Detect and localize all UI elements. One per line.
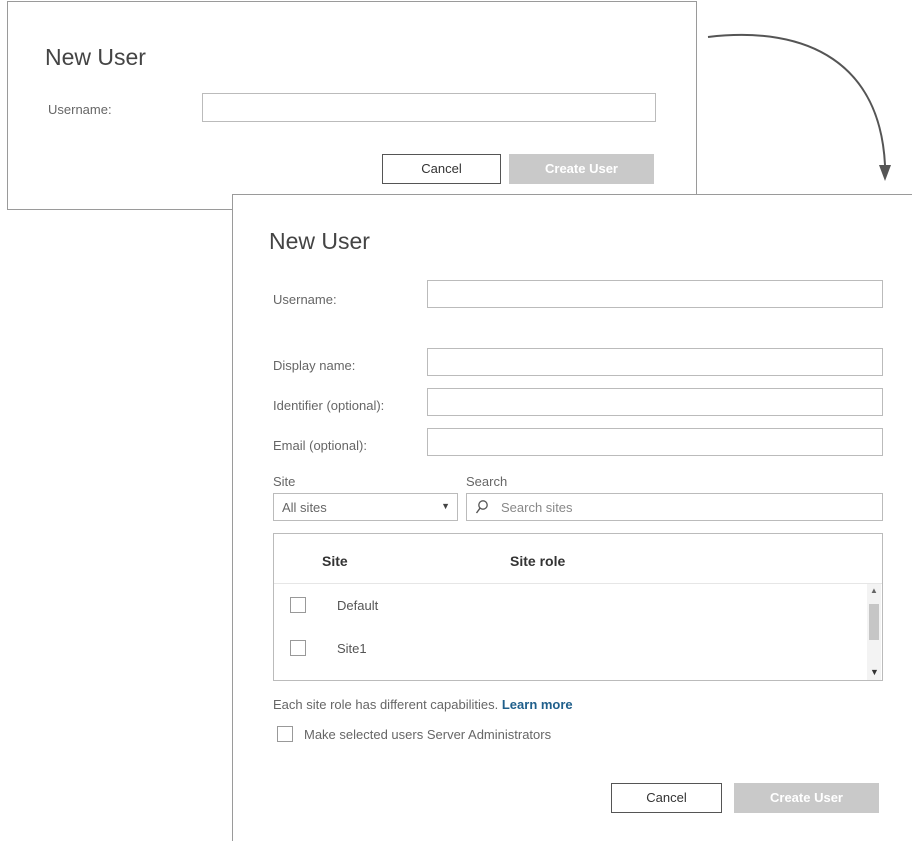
- column-header-site: Site: [322, 553, 348, 569]
- create-user-button[interactable]: Create User: [734, 783, 879, 813]
- server-admin-label: Make selected users Server Administrator…: [304, 727, 552, 742]
- cancel-button[interactable]: Cancel: [611, 783, 722, 813]
- search-label: Search: [466, 474, 508, 489]
- username-input[interactable]: [202, 93, 656, 122]
- dialog-title: New User: [45, 44, 146, 70]
- header-divider: [274, 583, 882, 584]
- dialog-title: New User: [269, 228, 370, 254]
- search-icon: [475, 500, 488, 514]
- learn-more-link[interactable]: Learn more: [502, 697, 573, 712]
- new-user-dialog-simple: New User Username: Cancel Create User: [7, 1, 697, 210]
- search-sites-input[interactable]: Search sites: [466, 493, 883, 521]
- column-header-site-role: Site role: [510, 553, 566, 569]
- chevron-down-icon: ▼: [441, 501, 450, 511]
- site-role-note: Each site role has different capabilitie…: [273, 697, 573, 712]
- search-placeholder: Search sites: [501, 500, 573, 515]
- screen: New User Username: Cancel Create User Ne…: [0, 0, 912, 841]
- username-label: Username:: [273, 292, 337, 307]
- email-input[interactable]: [427, 428, 883, 456]
- server-admin-checkbox[interactable]: [277, 726, 293, 742]
- site-filter-label: Site: [273, 474, 296, 489]
- table-row: Default: [274, 585, 864, 627]
- display-name-input[interactable]: [427, 348, 883, 376]
- username-label: Username:: [48, 102, 112, 117]
- cancel-button[interactable]: Cancel: [382, 154, 501, 184]
- scroll-down-icon[interactable]: ▼: [870, 667, 879, 677]
- curved-arrow-icon: [707, 33, 891, 181]
- identifier-label: Identifier (optional):: [273, 398, 385, 413]
- site-name: Default: [337, 598, 379, 613]
- table-scrollbar[interactable]: ▲ ▼: [867, 584, 881, 680]
- note-text: Each site role has different capabilitie…: [273, 697, 499, 712]
- display-name-label: Display name:: [273, 358, 356, 373]
- site-role-table: Site Site role Default Site1 ▲ ▼: [273, 533, 883, 681]
- new-user-dialog-full: New User Username: Display name: Identif…: [232, 194, 912, 841]
- row-checkbox[interactable]: [290, 597, 306, 613]
- create-user-button[interactable]: Create User: [509, 154, 654, 184]
- username-input[interactable]: [427, 280, 883, 308]
- scrollbar-thumb[interactable]: [869, 604, 879, 640]
- row-checkbox[interactable]: [290, 640, 306, 656]
- site-select-value: All sites: [282, 500, 327, 515]
- table-row: Site1: [274, 628, 864, 670]
- site-name: Site1: [337, 641, 367, 656]
- identifier-input[interactable]: [427, 388, 883, 416]
- scroll-up-icon[interactable]: ▲: [870, 586, 878, 595]
- email-label: Email (optional):: [273, 438, 367, 453]
- site-select[interactable]: All sites ▼: [273, 493, 458, 521]
